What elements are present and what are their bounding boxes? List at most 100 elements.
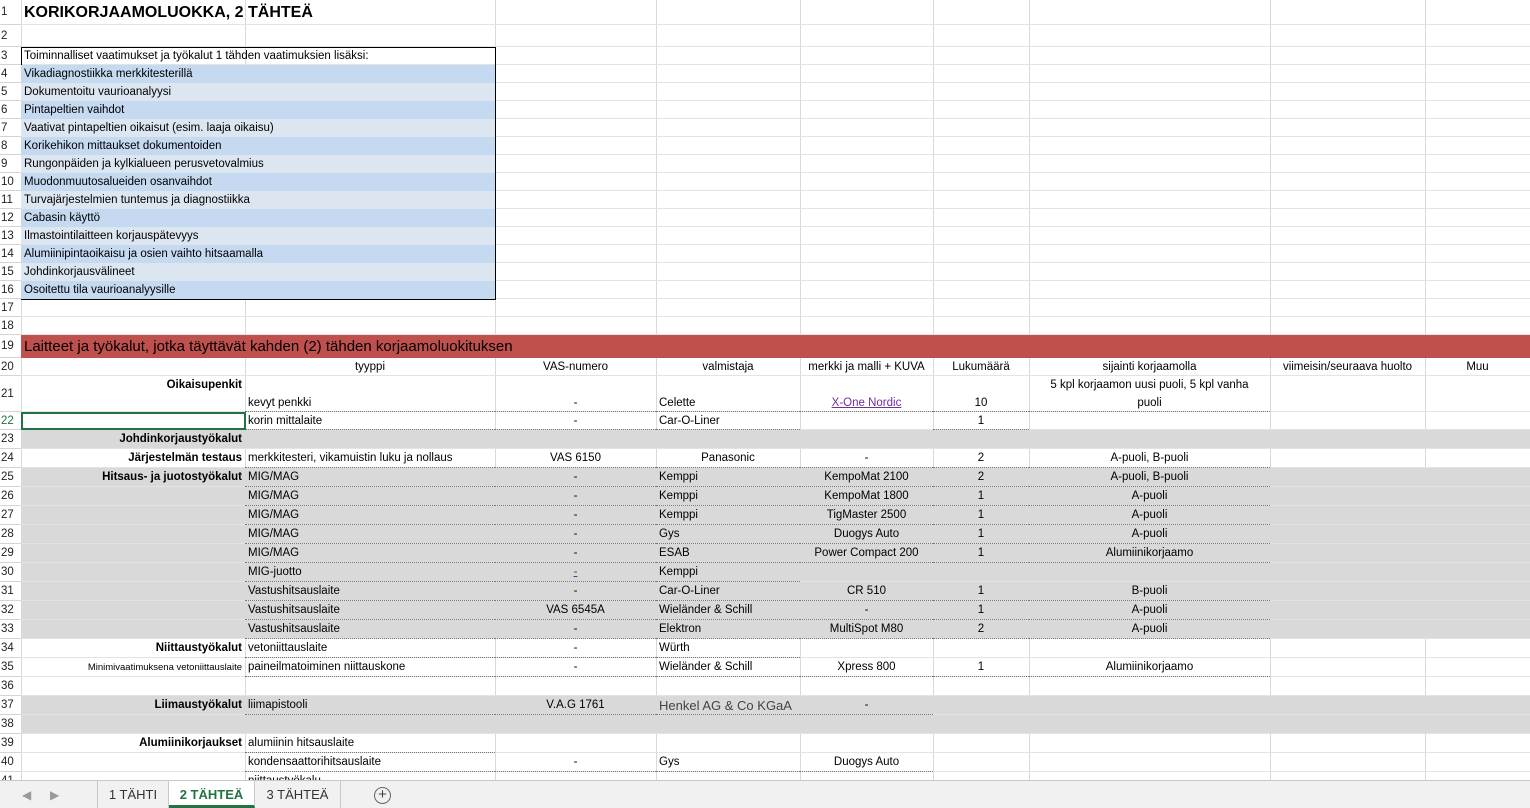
row-header[interactable]: 41 xyxy=(0,772,21,780)
column-header[interactable]: tyyppi xyxy=(245,358,495,376)
row-header[interactable]: 22 xyxy=(0,412,21,430)
column-header[interactable]: VAS-numero xyxy=(495,358,656,376)
column-header[interactable]: viimeisin/seuraava huolto xyxy=(1270,358,1425,376)
cell-lukumaara[interactable]: 2 xyxy=(933,449,1029,468)
cell-merkki-malli[interactable]: - xyxy=(800,601,933,620)
column-header[interactable]: valmistaja xyxy=(656,358,800,376)
row-header[interactable]: 11 xyxy=(0,191,21,209)
category-label[interactable]: Alumiinikorjaukset xyxy=(21,734,245,753)
requirement-item[interactable]: Dokumentoitu vaurioanalyysi xyxy=(21,83,495,101)
cell-merkki-malli[interactable]: Duogys Auto xyxy=(800,525,933,544)
cell-valmistaja[interactable]: Kemppi xyxy=(656,563,800,582)
row-header[interactable]: 25 xyxy=(0,468,21,487)
cell-vas-numero[interactable]: VAS 6545A xyxy=(495,601,656,620)
cell-sijainti[interactable]: Alumiinikorjaamo xyxy=(1029,544,1270,563)
row-header[interactable]: 4 xyxy=(0,65,21,83)
cell-tyyppi[interactable]: Vastushitsauslaite xyxy=(245,620,495,639)
add-sheet-icon[interactable]: + xyxy=(374,787,391,804)
cell-sijainti[interactable]: A-puoli, B-puoli xyxy=(1029,468,1270,487)
cell-vas-numero[interactable]: - xyxy=(495,525,656,544)
column-header[interactable]: merkki ja malli + KUVA xyxy=(800,358,933,376)
cell-tyyppi[interactable]: paineilmatoiminen niittauskone xyxy=(245,658,495,677)
cell-valmistaja[interactable]: Wieländer & Schill xyxy=(656,658,800,677)
category-label[interactable]: Niittaustyökalut xyxy=(21,639,245,658)
cell-tyyppi[interactable]: MIG/MAG xyxy=(245,525,495,544)
cell-lukumaara[interactable]: 1 xyxy=(933,525,1029,544)
cell-vas-numero[interactable]: - xyxy=(495,582,656,601)
cell-tyyppi[interactable]: merkkitesteri, vikamuistin luku ja nolla… xyxy=(245,449,495,468)
requirement-item[interactable]: Rungonpäiden ja kylkialueen perusvetoval… xyxy=(21,155,495,173)
cell-lukumaara[interactable]: 2 xyxy=(933,620,1029,639)
category-label[interactable]: Liimaustyökalut xyxy=(21,696,245,715)
active-cell[interactable] xyxy=(21,412,246,430)
cell-vas-numero[interactable]: - xyxy=(495,639,656,658)
category-label[interactable]: Oikaisupenkit xyxy=(21,376,245,394)
cell-vas-numero[interactable]: - xyxy=(495,753,656,772)
cell-vas-numero[interactable]: VAS 6150 xyxy=(495,449,656,468)
cell-merkki-malli[interactable]: Power Compact 200 xyxy=(800,544,933,563)
cell-vas-numero[interactable]: - xyxy=(495,468,656,487)
row-header[interactable]: 29 xyxy=(0,544,21,563)
cell-lukumaara[interactable]: 1 xyxy=(933,487,1029,506)
requirement-item[interactable]: Alumiinipintaoikaisu ja osien vaihto hit… xyxy=(21,245,495,263)
cell-valmistaja[interactable]: Celette xyxy=(656,394,800,412)
tab-2-tahtea[interactable]: 2 TÄHTEÄ xyxy=(169,781,255,808)
row-header[interactable]: 26 xyxy=(0,487,21,506)
cell-lukumaara[interactable]: 1 xyxy=(933,412,1029,430)
cell-valmistaja[interactable]: Panasonic xyxy=(656,449,800,468)
cell-merkki-malli[interactable]: - xyxy=(800,696,933,715)
row-header[interactable]: 9 xyxy=(0,155,21,173)
cell-tyyppi[interactable]: MIG/MAG xyxy=(245,544,495,563)
cell-tyyppi[interactable]: korin mittalaite xyxy=(245,412,495,430)
row-header[interactable]: 32 xyxy=(0,601,21,620)
row-header[interactable]: 17 xyxy=(0,299,21,317)
cell-merkki-malli[interactable]: KempoMat 1800 xyxy=(800,487,933,506)
section-band[interactable]: Laitteet ja työkalut, jotka täyttävät ka… xyxy=(21,335,1530,358)
cell-merkki-malli[interactable]: Duogys Auto xyxy=(800,753,933,772)
tab-1-tahti[interactable]: 1 TÄHTI xyxy=(97,781,169,808)
cell-valmistaja[interactable]: Gys xyxy=(656,753,800,772)
category-label[interactable]: Järjestelmän testaus xyxy=(21,449,245,468)
column-header[interactable]: Lukumäärä xyxy=(933,358,1029,376)
cell-tyyppi[interactable]: Vastushitsauslaite xyxy=(245,601,495,620)
requirement-item[interactable]: Ilmastointilaitteen korjauspätevyys xyxy=(21,227,495,245)
cell-valmistaja[interactable]: Kemppi xyxy=(656,487,800,506)
requirements-header[interactable]: Toiminnalliset vaatimukset ja työkalut 1… xyxy=(21,47,495,65)
cell-tyyppi[interactable]: vetoniittauslaite xyxy=(245,639,495,658)
cell-lukumaara[interactable]: 2 xyxy=(933,468,1029,487)
cell-lukumaara[interactable]: 1 xyxy=(933,544,1029,563)
requirement-item[interactable]: Korikehikon mittaukset dokumentoiden xyxy=(21,137,495,155)
scroll-tabs-left-icon[interactable]: ◀ xyxy=(22,788,31,802)
cell-sijainti[interactable]: A-puoli, B-puoli xyxy=(1029,449,1270,468)
row-header[interactable]: 27 xyxy=(0,506,21,525)
row-header[interactable]: 15 xyxy=(0,263,21,281)
cell-valmistaja[interactable]: ESAB xyxy=(656,544,800,563)
row-header[interactable]: 14 xyxy=(0,245,21,263)
cell-vas-numero[interactable]: V.A.G 1761 xyxy=(495,696,656,715)
requirement-item[interactable]: Muodonmuutosalueiden osanvaihdot xyxy=(21,173,495,191)
cell-sijainti[interactable]: Alumiinikorjaamo xyxy=(1029,658,1270,677)
cell-tyyppi[interactable]: kevyt penkki xyxy=(245,394,495,412)
cell-vas-numero[interactable]: - xyxy=(495,394,656,412)
row-header[interactable]: 13 xyxy=(0,227,21,245)
cell-sijainti[interactable]: A-puoli xyxy=(1029,487,1270,506)
row-header[interactable]: 1 xyxy=(0,0,21,25)
cell-sijainti[interactable]: 5 kpl korjaamon uusi puoli, 5 kpl vanha xyxy=(1029,376,1270,394)
cell-lukumaara[interactable]: 1 xyxy=(933,658,1029,677)
requirement-item[interactable]: Cabasin käyttö xyxy=(21,209,495,227)
tab-3-tahtea[interactable]: 3 TÄHTEÄ xyxy=(255,781,341,808)
page-title[interactable]: KORIKORJAAMOLUOKKA, 2 TÄHTEÄ xyxy=(21,0,656,25)
cell-vas-numero[interactable]: - xyxy=(495,487,656,506)
requirement-item[interactable]: Johdinkorjausvälineet xyxy=(21,263,495,281)
row-header[interactable]: 24 xyxy=(0,449,21,468)
cell-tyyppi[interactable]: MIG/MAG xyxy=(245,468,495,487)
cell-tyyppi[interactable]: niittaustyökalu xyxy=(245,772,495,780)
cell-lukumaara[interactable]: 10 xyxy=(933,394,1029,412)
row-header[interactable]: 38 xyxy=(0,715,21,734)
cell-vas-numero[interactable]: - xyxy=(495,412,656,430)
cell-tyyppi[interactable]: kondensaattorihitsauslaite xyxy=(245,753,495,772)
row-header[interactable]: 18 xyxy=(0,317,21,335)
requirement-item[interactable]: Pintapeltien vaihdot xyxy=(21,101,495,119)
cell-sijainti[interactable]: A-puoli xyxy=(1029,525,1270,544)
spreadsheet-grid[interactable]: 1 2 3 4 5 6 7 8 9 10 11 12 13 14 15 16 17 18 19 20 21 22 23 24 2… xyxy=(0,0,1530,780)
